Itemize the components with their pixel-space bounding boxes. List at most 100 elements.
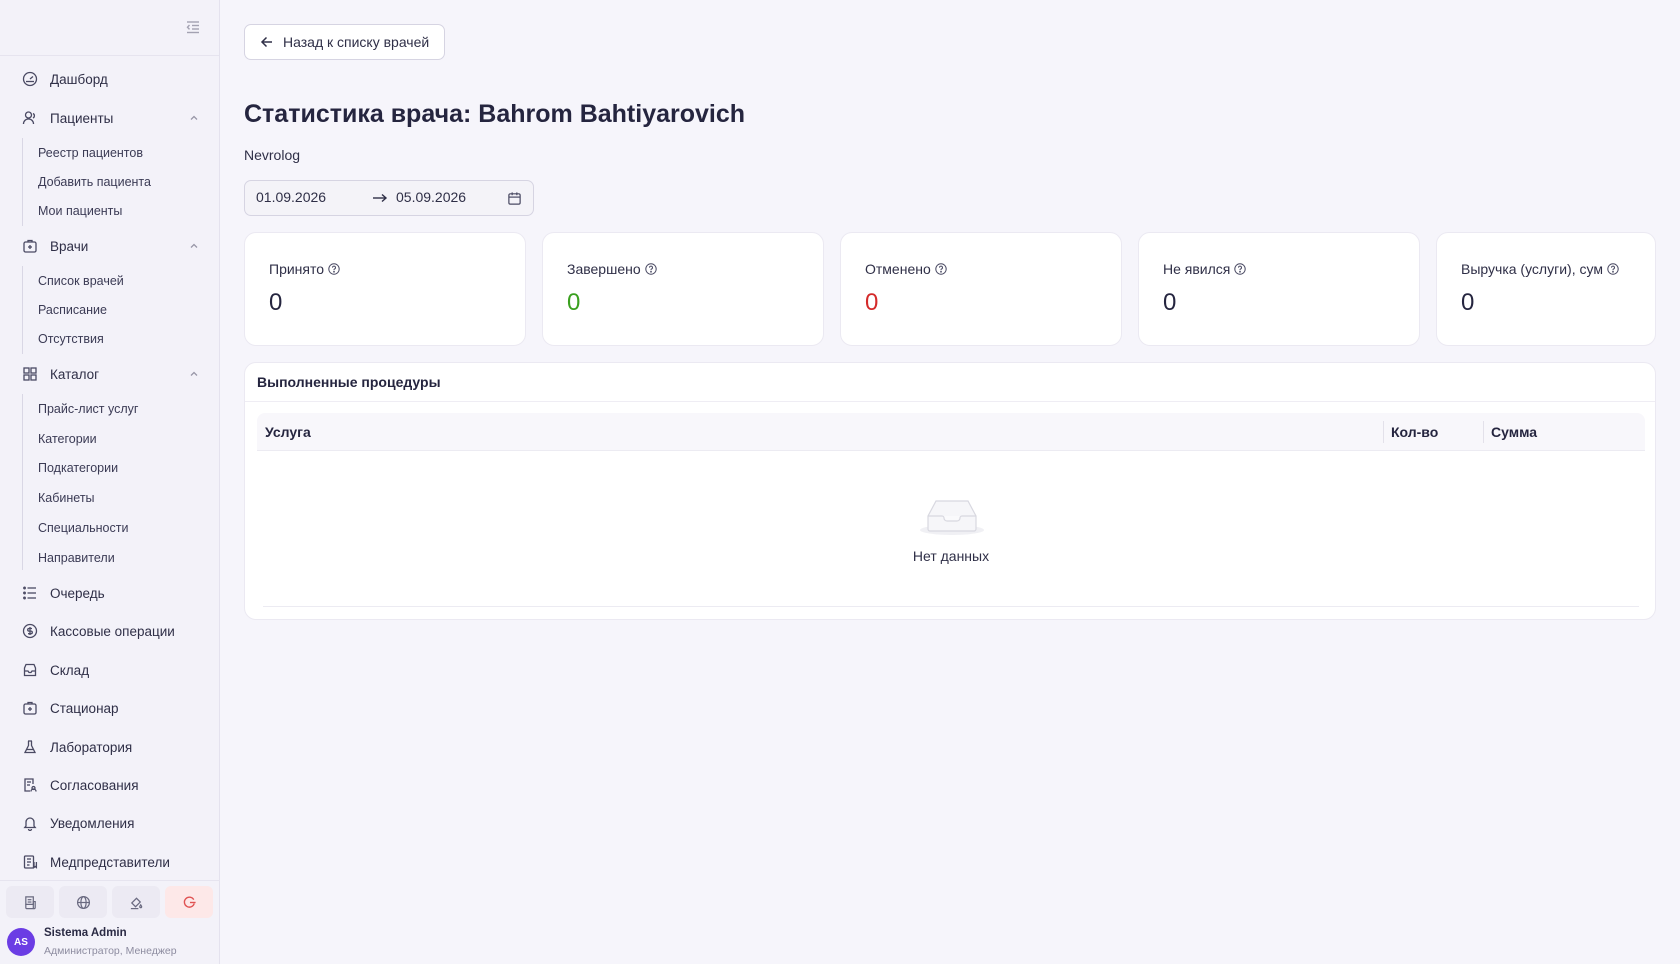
calendar-icon[interactable] <box>507 191 522 206</box>
nav-label: Врачи <box>50 238 89 254</box>
stat-card-cancelled: Отменено 0 <box>840 232 1122 346</box>
chevron-up-icon[interactable] <box>189 369 199 379</box>
dashboard-icon <box>22 71 38 87</box>
submenu-line <box>22 394 23 570</box>
stat-label: Отменено <box>865 261 947 277</box>
table-header: Услуга Кол-во Сумма <box>257 413 1645 451</box>
stat-label: Выручка (услуги), сум <box>1461 261 1619 277</box>
nav-label: Стационар <box>50 700 119 716</box>
nav-label: Лаборатория <box>50 739 133 755</box>
sidebar-footer-divider <box>0 880 220 881</box>
nav-item-laboratory[interactable]: Лаборатория <box>0 729 220 765</box>
user-role: Администратор, Менеджер <box>44 945 177 957</box>
paint-bucket-icon <box>130 896 142 909</box>
bell-icon <box>23 817 37 831</box>
arrow-left-icon <box>260 36 272 48</box>
help-icon[interactable] <box>328 263 340 275</box>
nav-item-catalog[interactable]: Каталог <box>0 356 220 392</box>
subnav-patient-registry[interactable]: Реестр пациентов <box>38 139 143 167</box>
hospital-icon <box>23 701 37 715</box>
nav-item-cash[interactable]: Кассовые операции <box>0 613 220 649</box>
table-bottom-border <box>263 606 1639 607</box>
avatar[interactable]: AS <box>7 928 35 956</box>
doctors-icon <box>23 239 37 253</box>
subnav-absences[interactable]: Отсутствия <box>38 325 104 353</box>
subnav-schedule[interactable]: Расписание <box>38 296 107 324</box>
help-icon[interactable] <box>644 263 657 275</box>
globe-icon <box>76 895 90 909</box>
column-header-service[interactable]: Услуга <box>265 424 311 440</box>
subnav-price-list[interactable]: Прайс-лист услуг <box>38 395 138 423</box>
nav-item-warehouse[interactable]: Склад <box>0 652 220 688</box>
submenu-line <box>22 138 23 226</box>
date-to-input[interactable] <box>396 189 496 205</box>
column-header-qty[interactable]: Кол-во <box>1391 424 1438 440</box>
chevron-up-icon[interactable] <box>189 241 199 251</box>
nav-item-med-reps[interactable]: Медпредставители <box>0 844 220 880</box>
column-header-sum[interactable]: Сумма <box>1491 424 1537 440</box>
receipt-button[interactable] <box>6 886 54 918</box>
nav-item-notifications[interactable]: Уведомления <box>0 805 220 841</box>
stat-value: 0 <box>269 289 283 316</box>
stat-value: 0 <box>865 289 879 316</box>
nav-item-approvals[interactable]: Согласования <box>0 767 220 803</box>
chevron-up-icon[interactable] <box>189 113 199 123</box>
nav-label: Пациенты <box>50 110 114 126</box>
subnav-cabinets[interactable]: Кабинеты <box>38 484 95 512</box>
subnav-my-patients[interactable]: Мои пациенты <box>38 197 122 225</box>
stat-label-text: Выручка (услуги), сум <box>1461 261 1603 277</box>
theme-button[interactable] <box>112 886 160 918</box>
nav-item-patients[interactable]: Пациенты <box>0 100 220 136</box>
stat-card-completed: Завершено 0 <box>542 232 824 346</box>
column-separator <box>1483 421 1484 443</box>
nav-item-doctors[interactable]: Врачи <box>0 228 220 264</box>
approval-icon <box>24 778 37 792</box>
collapse-sidebar-icon[interactable] <box>185 19 201 35</box>
submenu-line <box>22 266 23 354</box>
nav-label: Медпредставители <box>50 854 170 870</box>
nav-label: Уведомления <box>50 815 135 831</box>
column-separator <box>1383 421 1384 443</box>
stat-label: Принято <box>269 261 340 277</box>
logout-button[interactable] <box>165 886 213 918</box>
queue-icon <box>23 586 36 600</box>
back-to-doctors-button[interactable]: Назад к списку врачей <box>244 24 446 60</box>
reps-icon <box>23 855 38 869</box>
subnav-categories[interactable]: Категории <box>38 425 97 453</box>
subnav-doctor-list[interactable]: Список врачей <box>38 267 124 295</box>
help-icon[interactable] <box>935 263 947 275</box>
user-name: Sistema Admin <box>44 927 127 939</box>
page-title: Статистика врача: Bahrom Bahtiyarovich <box>244 100 746 128</box>
main-content: Назад к списку врачей Статистика врача: … <box>220 0 1680 964</box>
subnav-add-patient[interactable]: Добавить пациента <box>38 168 151 196</box>
subnav-referrers[interactable]: Направители <box>38 544 115 572</box>
nav-item-queue[interactable]: Очередь <box>0 575 220 611</box>
nav-item-hospital[interactable]: Стационар <box>0 690 220 726</box>
patients-icon <box>22 111 35 125</box>
date-range-picker[interactable] <box>244 180 534 216</box>
stat-label-text: Отменено <box>865 261 931 277</box>
card-divider <box>245 401 1655 402</box>
nav-label: Кассовые операции <box>50 623 175 639</box>
nav-label: Очередь <box>50 585 105 601</box>
subnav-specialties[interactable]: Специальности <box>38 514 128 542</box>
stat-value: 0 <box>1461 289 1475 316</box>
stat-value: 0 <box>567 289 581 316</box>
warehouse-icon <box>23 663 37 677</box>
language-button[interactable] <box>59 886 107 918</box>
nav-label: Каталог <box>50 366 100 382</box>
nav-label: Склад <box>50 662 90 678</box>
help-icon[interactable] <box>1607 263 1619 275</box>
nav-label: Согласования <box>50 777 139 793</box>
subnav-subcategories[interactable]: Подкатегории <box>38 454 118 482</box>
stat-label-text: Не явился <box>1163 261 1231 277</box>
help-icon[interactable] <box>1234 263 1247 275</box>
stat-card-accepted: Принято 0 <box>244 232 526 346</box>
flask-icon <box>23 740 37 754</box>
cash-icon <box>22 623 38 639</box>
date-from-input[interactable] <box>256 189 356 205</box>
nav-label: Дашборд <box>50 71 108 87</box>
stat-label-text: Завершено <box>567 261 641 277</box>
nav-item-dashboard[interactable]: Дашборд <box>0 61 220 97</box>
empty-state-text: Нет данных <box>912 548 990 564</box>
